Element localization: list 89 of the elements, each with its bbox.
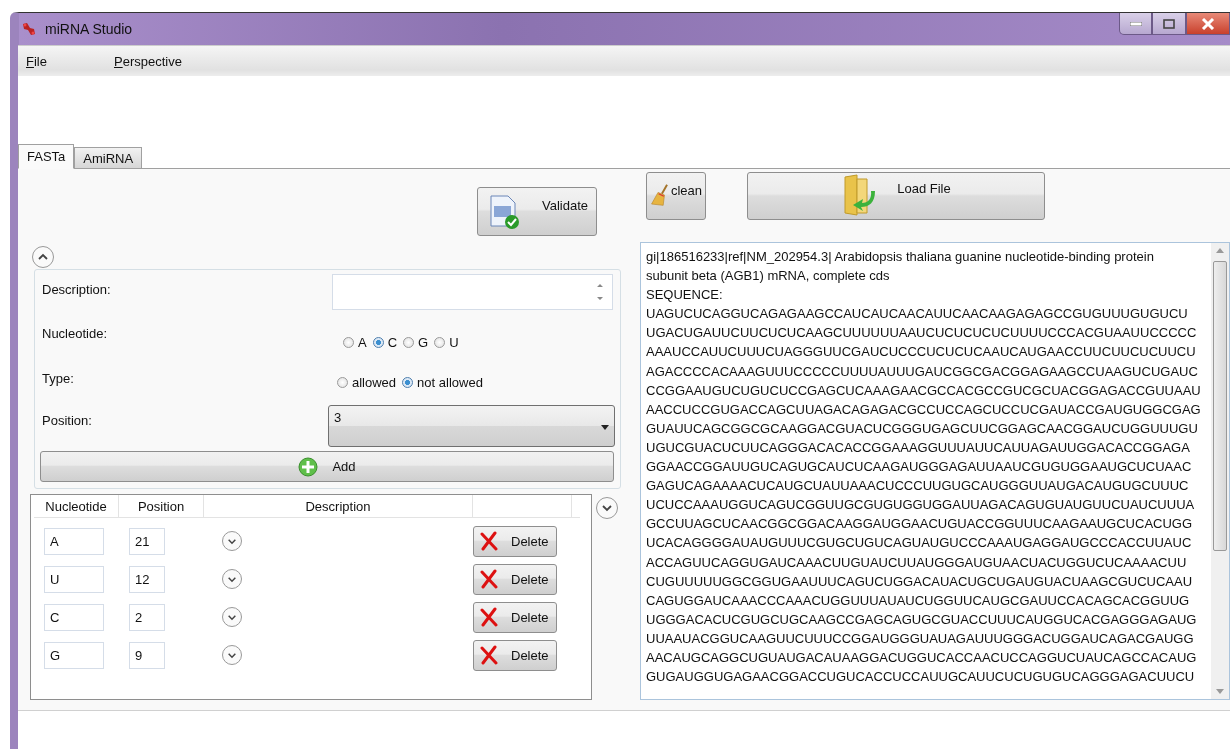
minimize-icon: [1129, 21, 1142, 26]
radio-option[interactable]: C: [372, 335, 398, 350]
nucleotide-field[interactable]: U: [44, 565, 104, 593]
nucleotide-field[interactable]: G: [44, 641, 104, 669]
menu-item[interactable]: File: [18, 53, 106, 69]
chevron-down-icon: [227, 537, 237, 545]
sequence-line: UUAAUACGGUCAAGUUCUUUCCGGAUGGGUAUAGAUUUGGGACUGGAUCAGACGAUGG: [646, 629, 1195, 648]
sequence-line: GGAACCGGAUUGUCAGUGCAUCUCAAGAUGGGAGAUUAAUCGUGUGGAAUGCUCUAAC: [646, 458, 1193, 477]
position-dropdown[interactable]: 3: [328, 405, 615, 447]
validate-button[interactable]: Validate: [477, 187, 597, 236]
minimize-button[interactable]: [1119, 13, 1152, 35]
plus-icon: [298, 456, 319, 477]
radio-option[interactable]: G: [403, 335, 429, 350]
add-button[interactable]: Add: [40, 451, 614, 482]
maximize-icon: [1163, 18, 1175, 29]
sequence-line: AACAUGCAGGCUGUAUGACAUAAGGACUGGUCACCAACUCCAGGUCUAUCAGCCACAUG: [646, 648, 1198, 667]
field-label: Nucleotide:: [41, 326, 109, 341]
scrollbar[interactable]: [1211, 243, 1229, 699]
menu-item[interactable]: Perspective: [106, 53, 194, 69]
column-header: Description: [204, 495, 473, 517]
expand-button[interactable]: [222, 645, 242, 665]
maximize-button[interactable]: [1152, 13, 1186, 35]
delete-icon: [479, 531, 499, 551]
sequence-label: SEQUENCE:: [646, 286, 724, 305]
scroll-up-icon[interactable]: [1216, 248, 1224, 253]
delete-button[interactable]: Delete: [473, 525, 557, 557]
close-button[interactable]: [1186, 13, 1230, 35]
sequence-line: UCUCCAAAUGGUCAGUCGGUUGCGUGUGGUGGAUUAGACAGUGUAUGUUCUAUCUUUA: [646, 496, 1196, 515]
position-field[interactable]: 21: [129, 527, 165, 555]
caret-icon: [601, 425, 609, 430]
sequence-header: gi|186516233|ref|NM_202954.3| Arabidopsis thaliana guanine nucleotide-binding protein subunit beta (AGB1) mRNA, complete cds: [646, 248, 1155, 286]
expand-button[interactable]: [596, 497, 618, 519]
nucleotide-field[interactable]: C: [44, 603, 104, 631]
expand-button[interactable]: [222, 607, 242, 627]
field-label: Description:: [41, 282, 112, 297]
chevron-down-icon: [227, 651, 237, 659]
sequence-line: UAGUCUCAGGUCAGAGAAGCCAUCAUCAACAUUCAACAAGAGAGCCGUGUUUGUGUCU: [646, 305, 1189, 324]
position-field[interactable]: 9: [129, 641, 165, 669]
sequence-line: UGACUGAUUCUUCUCUCAAGCUUUUUUAAUCUCUCUCUCUUUUCCCACGUAAUUCCCCC: [646, 324, 1198, 343]
radio-option[interactable]: U: [434, 335, 459, 350]
sequence-line: CAGUGGAUCAAACCCAAACUGGUUUAUAUCUGGUUCAUGCGAUUCCACAGCACGGUUG: [646, 591, 1191, 610]
expand-button[interactable]: [222, 569, 242, 589]
tab[interactable]: FASTa: [18, 144, 75, 169]
description-field[interactable]: [332, 274, 613, 310]
nucleotide-field[interactable]: A: [44, 527, 104, 555]
sequence-line: GUGAUGGUGAGAACGGACCUGUCACCUCCAUUGCAUUCUCUGUGUCAGGGAGACUUCU: [646, 668, 1196, 687]
sequence-line: AAAUCCAUUCUUUCUAGGGUUCGAUCUCCCUCUCUCAAUCAUGAACCUUCUUCUCUUCU: [646, 343, 1197, 362]
delete-button[interactable]: Delete: [473, 563, 557, 595]
position-field[interactable]: 2: [129, 603, 165, 631]
chevron-icon: [37, 253, 49, 261]
sequence-line: UGGGACACUCGUGCUGCAAGCCGAGCAGUGCGUACCUUUCAUGGUCACGAGGGAGAUG: [646, 610, 1198, 629]
sequence-line: CCGGAAUGUCUGUCUCCGAGCUCAAAGAACGCCACGCCGUCGCUACGGAGACCGUUAAU: [646, 381, 1202, 400]
field-label: Position:: [41, 413, 93, 428]
sequence-line: GUAUUCAGCGGCGCAAGGACGUACUCGGGUGAGCUUCGGAGCAACGGAUCUGGUUUGU: [646, 419, 1199, 438]
collapse-button[interactable]: [32, 246, 54, 268]
delete-icon: [479, 607, 499, 627]
sequence-line: AGACCCCACAAAGUUUCCCCCUUUUAUUUGAUCGGCGACGGAGAAGCCUAAGUCUGAUC: [646, 362, 1199, 381]
delete-button[interactable]: Delete: [473, 639, 557, 671]
delete-button[interactable]: Delete: [473, 601, 557, 633]
tab[interactable]: AmiRNA: [74, 147, 143, 168]
column-header: Position: [119, 495, 204, 517]
delete-icon: [479, 569, 499, 589]
chevron-down-icon: [601, 504, 613, 512]
document-check-icon: [488, 194, 520, 230]
expand-button[interactable]: [222, 531, 242, 551]
chevron-down-icon: [227, 575, 237, 583]
sequence-line: AACCUCCGUGACCAGCUUAGACAGAGACGCCUCCAGCUCCUCGAUACCGAUGUGGCGAG: [646, 400, 1202, 419]
scroll-down-icon[interactable]: [1216, 689, 1224, 694]
sequence-line: CUGUUUUUGGCGGUGAAUUUCAGUCUGGACAUACUGCUGAUGUACUAAGCGUCUCAAU: [646, 572, 1194, 591]
radio-option[interactable]: not allowed: [402, 375, 483, 390]
sequence-line: ACCAGUUCAGGUGAUCAAACUUGUAUCUUAUGGGAUGUAACUACUGGUCUCAAAACUU: [646, 553, 1188, 572]
load-file-button[interactable]: Load File: [747, 172, 1045, 220]
position-field[interactable]: 12: [129, 565, 165, 593]
sequence-line: UGUCGUACUCUUCAGGGACACACCGGAAAGGUUUAUUCAUUAGAUUGGACACCGGAGA: [646, 438, 1191, 457]
sequence-line: UCACAGGGGAUAUGUUUCGUGCUGUCAGUAUGUCCCAAAUGAGGAUGCCCACCUUAUC: [646, 534, 1193, 553]
delete-icon: [479, 645, 499, 665]
radio-option[interactable]: allowed: [337, 375, 397, 390]
spin-arrows-icon: [596, 281, 604, 303]
close-icon: [1201, 17, 1215, 30]
window-title: miRNA Studio: [45, 21, 133, 37]
field-label: Type:: [41, 371, 75, 386]
sequence-text-area[interactable]: [640, 242, 1230, 700]
chevron-down-icon: [227, 613, 237, 621]
sequence-line: GAGUCAGAAAACUCAUGCUAUUAAACUCCCUUGUGCAUGGGUUAUGACAUGUGCUUUC: [646, 477, 1190, 496]
column-header: Nucleotide: [34, 495, 119, 517]
app-icon: [21, 21, 37, 37]
clean-button[interactable]: clean: [646, 172, 706, 220]
sequence-line: GCCUUAGCUCAACGGCGGACAAGGAUGGAACUGUACCGGUUUCAAGAAUGCUCACUGG: [646, 515, 1194, 534]
radio-option[interactable]: A: [343, 335, 367, 350]
